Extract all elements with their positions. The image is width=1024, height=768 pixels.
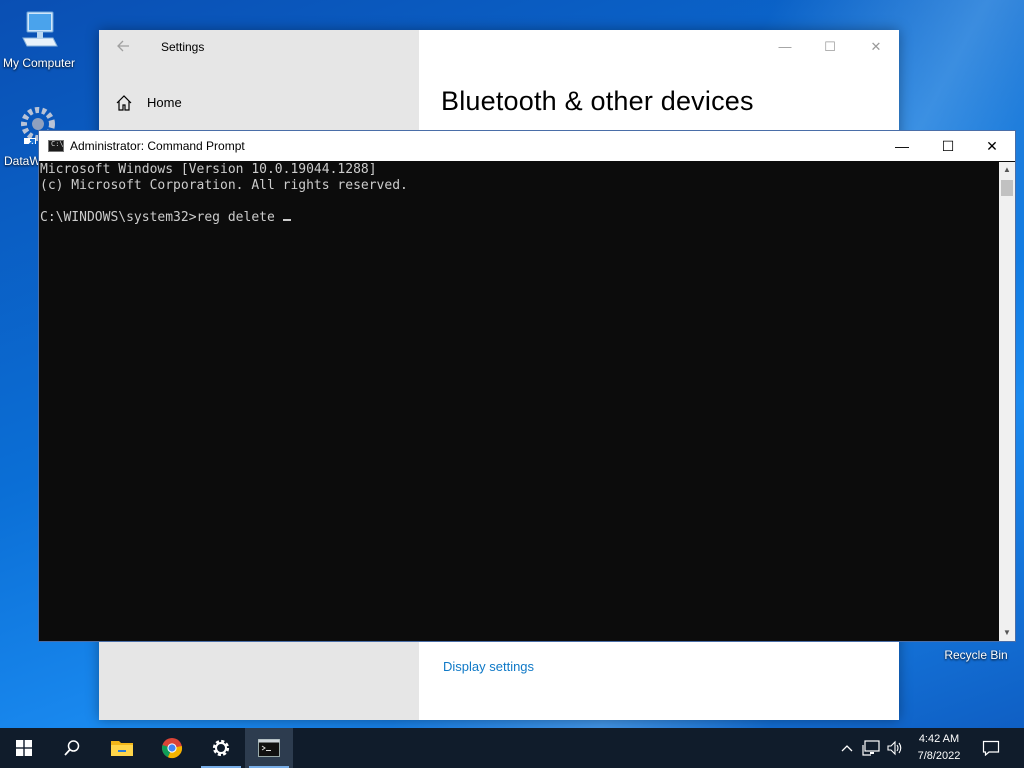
window-title: Administrator: Command Prompt (70, 139, 245, 153)
console-line: Microsoft Windows [Version 10.0.19044.12… (40, 162, 377, 177)
show-hidden-icons-button[interactable] (838, 728, 856, 768)
scroll-down-arrow-icon[interactable]: ▼ (999, 625, 1015, 641)
console-line-prompt: C:\WINDOWS\system32>reg delete (40, 210, 999, 226)
desktop: My Computer DataW Settings Home Bluetoot… (0, 0, 1024, 728)
home-icon[interactable] (115, 94, 133, 112)
display-settings-link[interactable]: Display settings (443, 659, 534, 674)
home-nav-item[interactable]: Home (147, 95, 182, 110)
file-explorer-icon (111, 741, 133, 756)
console-output[interactable]: Microsoft Windows [Version 10.0.19044.12… (39, 162, 999, 641)
taskbar-settings[interactable] (197, 728, 245, 768)
settings-gear-icon (212, 739, 230, 757)
taskbar: 4:42 AM 7/8/2022 (0, 728, 1024, 768)
chrome-icon (162, 738, 183, 759)
command-prompt-icon (258, 739, 280, 757)
windows-start-icon (16, 740, 32, 756)
action-center-button[interactable] (976, 728, 1006, 768)
close-button[interactable]: ✕ (969, 131, 1015, 161)
text-cursor (282, 219, 291, 221)
taskbar-chrome[interactable] (148, 728, 196, 768)
console-line: (c) Microsoft Corporation. All rights re… (40, 178, 408, 193)
scroll-up-arrow-icon[interactable]: ▲ (999, 162, 1015, 178)
clock-time: 4:42 AM (918, 733, 960, 745)
taskbar-command-prompt[interactable] (245, 728, 293, 768)
command-prompt-window[interactable]: C:\ Administrator: Command Prompt — ☐ ✕ … (38, 130, 1016, 642)
volume-icon (887, 740, 902, 756)
scrollbar-thumb[interactable] (1001, 180, 1013, 196)
minimize-button[interactable]: — (775, 38, 795, 56)
computer-icon (22, 11, 58, 47)
clock-date: 7/8/2022 (917, 750, 961, 762)
search-button[interactable] (48, 728, 96, 768)
minimize-button[interactable]: — (879, 131, 925, 161)
close-button[interactable]: ✕ (866, 38, 886, 56)
vertical-scrollbar[interactable]: ▲ ▼ (999, 162, 1015, 641)
chevron-up-icon (841, 745, 853, 752)
page-title: Bluetooth & other devices (441, 86, 754, 116)
desktop-icon-label: My Computer (2, 56, 76, 70)
search-icon (64, 740, 80, 756)
start-button[interactable] (0, 728, 48, 768)
back-arrow-icon[interactable] (115, 38, 135, 58)
taskbar-clock[interactable]: 4:42 AM 7/8/2022 (905, 731, 973, 765)
title-bar[interactable]: C:\ Administrator: Command Prompt — ☐ ✕ (39, 131, 1015, 161)
maximize-button[interactable]: ☐ (925, 131, 971, 161)
volume-button[interactable] (884, 728, 906, 768)
command-prompt-icon: C:\ (48, 140, 64, 152)
network-icon (862, 740, 880, 756)
desktop-icon-label: Recycle Bin (944, 648, 1008, 662)
console-command: C:\WINDOWS\system32>reg delete (40, 210, 283, 225)
settings-title: Settings (161, 40, 205, 54)
maximize-button[interactable]: ☐ (820, 38, 840, 56)
notification-icon (982, 740, 1000, 756)
network-button[interactable] (860, 728, 882, 768)
taskbar-file-explorer[interactable] (98, 728, 146, 768)
desktop-icon-my-computer[interactable]: My Computer (0, 8, 78, 70)
